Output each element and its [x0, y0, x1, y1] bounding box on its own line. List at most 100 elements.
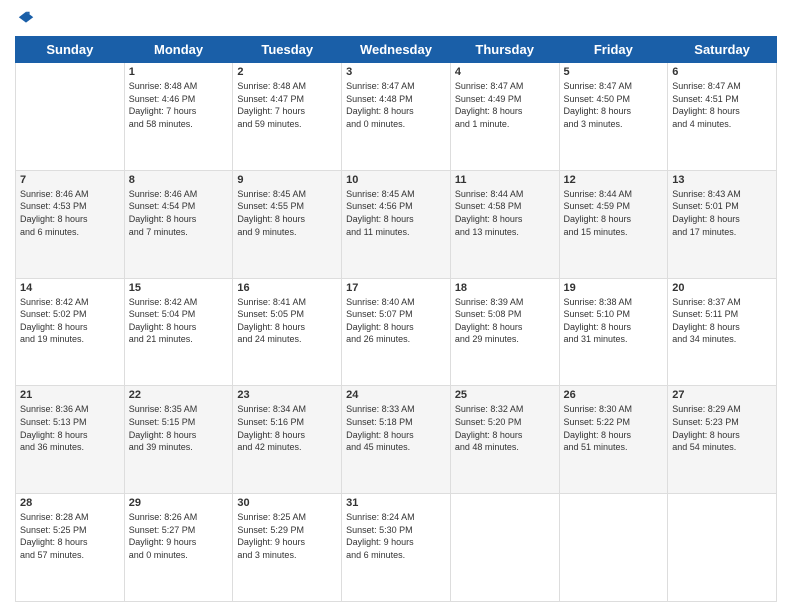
- calendar-cell: 10Sunrise: 8:45 AM Sunset: 4:56 PM Dayli…: [342, 170, 451, 278]
- calendar-cell: [559, 494, 668, 602]
- calendar-day-header: Tuesday: [233, 37, 342, 63]
- day-info: Sunrise: 8:24 AM Sunset: 5:30 PM Dayligh…: [346, 511, 446, 561]
- day-number: 4: [455, 66, 555, 78]
- day-info: Sunrise: 8:41 AM Sunset: 5:05 PM Dayligh…: [237, 296, 337, 346]
- calendar-cell: 18 Sunrise: 8:39 AM Sunset: 5:08 PM Dayli…: [450, 278, 559, 386]
- day-info: Sunrise: 8:34 AM Sunset: 5:16 PM Dayligh…: [237, 403, 337, 453]
- day-info: Sunrise: 8:45 AM Sunset: 4:55 PM Dayligh…: [237, 188, 337, 238]
- day-number: 15: [129, 282, 229, 294]
- calendar-cell: 4 Sunrise: 8:47 AM Sunset: 4:49 PM Daylig…: [450, 63, 559, 171]
- day-info: Sunrise: 8:44 AM Sunset: 4:59 PM Dayligh…: [564, 188, 664, 238]
- day-number: 10: [346, 174, 446, 186]
- calendar-day-header: Friday: [559, 37, 668, 63]
- calendar-week-row: 1Sunrise: 8:48 AM Sunset: 4:46 PM Daylig…: [16, 63, 777, 171]
- calendar-cell: 27 Sunrise: 8:29 AM Sunset: 5:23 PM Dayli…: [668, 386, 777, 494]
- day-info: Sunrise: 8:46 AM Sunset: 4:54 PM Dayligh…: [129, 188, 229, 238]
- day-info: Sunrise: 8:43 AM Sunset: 5:01 PM Dayligh…: [672, 188, 772, 238]
- day-info: Sunrise: 8:47 AM Sunset: 4:48 PM Dayligh…: [346, 80, 446, 130]
- calendar-day-header: Thursday: [450, 37, 559, 63]
- day-info: Sunrise: 8:38 AM Sunset: 5:10 PM Dayligh…: [564, 296, 664, 346]
- calendar-cell: [450, 494, 559, 602]
- calendar-cell: 15 Sunrise: 8:42 AM Sunset: 5:04 PM Dayli…: [124, 278, 233, 386]
- calendar-cell: 8 Sunrise: 8:46 AM Sunset: 4:54 PM Daylig…: [124, 170, 233, 278]
- day-number: 25: [455, 389, 555, 401]
- calendar-cell: 31 Sunrise: 8:24 AM Sunset: 5:30 PM Dayli…: [342, 494, 451, 602]
- header: [15, 10, 777, 28]
- day-info: Sunrise: 8:29 AM Sunset: 5:23 PM Dayligh…: [672, 403, 772, 453]
- day-number: 19: [564, 282, 664, 294]
- day-info: Sunrise: 8:40 AM Sunset: 5:07 PM Dayligh…: [346, 296, 446, 346]
- day-info: Sunrise: 8:33 AM Sunset: 5:18 PM Dayligh…: [346, 403, 446, 453]
- day-number: 7: [20, 174, 120, 186]
- day-number: 5: [564, 66, 664, 78]
- calendar-cell: 22 Sunrise: 8:35 AM Sunset: 5:15 PM Dayli…: [124, 386, 233, 494]
- day-info: Sunrise: 8:39 AM Sunset: 5:08 PM Dayligh…: [455, 296, 555, 346]
- calendar-table: SundayMondayTuesdayWednesdayThursdayFrid…: [15, 36, 777, 602]
- calendar-day-header: Saturday: [668, 37, 777, 63]
- day-number: 17: [346, 282, 446, 294]
- day-info: Sunrise: 8:28 AM Sunset: 5:25 PM Dayligh…: [20, 511, 120, 561]
- calendar-header-row: SundayMondayTuesdayWednesdayThursdayFrid…: [16, 37, 777, 63]
- calendar-cell: 19 Sunrise: 8:38 AM Sunset: 5:10 PM Dayli…: [559, 278, 668, 386]
- calendar-week-row: 7 Sunrise: 8:46 AM Sunset: 4:53 PM Daylig…: [16, 170, 777, 278]
- calendar-cell: 23 Sunrise: 8:34 AM Sunset: 5:16 PM Dayli…: [233, 386, 342, 494]
- day-info: Sunrise: 8:30 AM Sunset: 5:22 PM Dayligh…: [564, 403, 664, 453]
- calendar-cell: 25 Sunrise: 8:32 AM Sunset: 5:20 PM Dayli…: [450, 386, 559, 494]
- day-number: 23: [237, 389, 337, 401]
- day-number: 22: [129, 389, 229, 401]
- day-number: 11: [455, 174, 555, 186]
- day-info: Sunrise: 8:25 AM Sunset: 5:29 PM Dayligh…: [237, 511, 337, 561]
- calendar-cell: 6Sunrise: 8:47 AM Sunset: 4:51 PM Daylig…: [668, 63, 777, 171]
- day-number: 28: [20, 497, 120, 509]
- calendar-cell: 9 Sunrise: 8:45 AM Sunset: 4:55 PM Daylig…: [233, 170, 342, 278]
- day-info: Sunrise: 8:48 AM Sunset: 4:47 PM Dayligh…: [237, 80, 337, 130]
- day-info: Sunrise: 8:32 AM Sunset: 5:20 PM Dayligh…: [455, 403, 555, 453]
- day-info: Sunrise: 8:47 AM Sunset: 4:49 PM Dayligh…: [455, 80, 555, 130]
- day-number: 26: [564, 389, 664, 401]
- day-number: 8: [129, 174, 229, 186]
- day-number: 3: [346, 66, 446, 78]
- logo: [15, 10, 35, 28]
- calendar-day-header: Monday: [124, 37, 233, 63]
- calendar-cell: 28 Sunrise: 8:28 AM Sunset: 5:25 PM Dayli…: [16, 494, 125, 602]
- day-info: Sunrise: 8:26 AM Sunset: 5:27 PM Dayligh…: [129, 511, 229, 561]
- day-info: Sunrise: 8:35 AM Sunset: 5:15 PM Dayligh…: [129, 403, 229, 453]
- day-info: Sunrise: 8:47 AM Sunset: 4:50 PM Dayligh…: [564, 80, 664, 130]
- calendar-cell: 2 Sunrise: 8:48 AM Sunset: 4:47 PM Daylig…: [233, 63, 342, 171]
- day-number: 9: [237, 174, 337, 186]
- calendar-cell: 1Sunrise: 8:48 AM Sunset: 4:46 PM Daylig…: [124, 63, 233, 171]
- day-number: 2: [237, 66, 337, 78]
- calendar-cell: 20Sunrise: 8:37 AM Sunset: 5:11 PM Dayli…: [668, 278, 777, 386]
- calendar-cell: 11 Sunrise: 8:44 AM Sunset: 4:58 PM Dayli…: [450, 170, 559, 278]
- day-info: Sunrise: 8:46 AM Sunset: 4:53 PM Dayligh…: [20, 188, 120, 238]
- day-info: Sunrise: 8:42 AM Sunset: 5:02 PM Dayligh…: [20, 296, 120, 346]
- day-number: 18: [455, 282, 555, 294]
- day-number: 13: [672, 174, 772, 186]
- calendar-week-row: 28 Sunrise: 8:28 AM Sunset: 5:25 PM Dayli…: [16, 494, 777, 602]
- day-info: Sunrise: 8:42 AM Sunset: 5:04 PM Dayligh…: [129, 296, 229, 346]
- calendar-cell: 24 Sunrise: 8:33 AM Sunset: 5:18 PM Dayli…: [342, 386, 451, 494]
- day-number: 14: [20, 282, 120, 294]
- calendar-cell: 29Sunrise: 8:26 AM Sunset: 5:27 PM Dayli…: [124, 494, 233, 602]
- calendar-cell: 13 Sunrise: 8:43 AM Sunset: 5:01 PM Dayli…: [668, 170, 777, 278]
- calendar-cell: 16 Sunrise: 8:41 AM Sunset: 5:05 PM Dayli…: [233, 278, 342, 386]
- calendar-cell: 12 Sunrise: 8:44 AM Sunset: 4:59 PM Dayli…: [559, 170, 668, 278]
- calendar-cell: 3 Sunrise: 8:47 AM Sunset: 4:48 PM Daylig…: [342, 63, 451, 171]
- day-number: 21: [20, 389, 120, 401]
- day-info: Sunrise: 8:47 AM Sunset: 4:51 PM Dayligh…: [672, 80, 772, 130]
- day-number: 16: [237, 282, 337, 294]
- day-number: 24: [346, 389, 446, 401]
- calendar-cell: 14 Sunrise: 8:42 AM Sunset: 5:02 PM Dayli…: [16, 278, 125, 386]
- logo-text: [15, 10, 35, 28]
- calendar-cell: [668, 494, 777, 602]
- logo-flag-icon: [17, 10, 35, 28]
- calendar-day-header: Sunday: [16, 37, 125, 63]
- calendar-cell: 5 Sunrise: 8:47 AM Sunset: 4:50 PM Daylig…: [559, 63, 668, 171]
- day-number: 31: [346, 497, 446, 509]
- calendar-cell: 21Sunrise: 8:36 AM Sunset: 5:13 PM Dayli…: [16, 386, 125, 494]
- calendar-cell: 26 Sunrise: 8:30 AM Sunset: 5:22 PM Dayli…: [559, 386, 668, 494]
- calendar-week-row: 21Sunrise: 8:36 AM Sunset: 5:13 PM Dayli…: [16, 386, 777, 494]
- day-number: 12: [564, 174, 664, 186]
- day-number: 27: [672, 389, 772, 401]
- day-info: Sunrise: 8:44 AM Sunset: 4:58 PM Dayligh…: [455, 188, 555, 238]
